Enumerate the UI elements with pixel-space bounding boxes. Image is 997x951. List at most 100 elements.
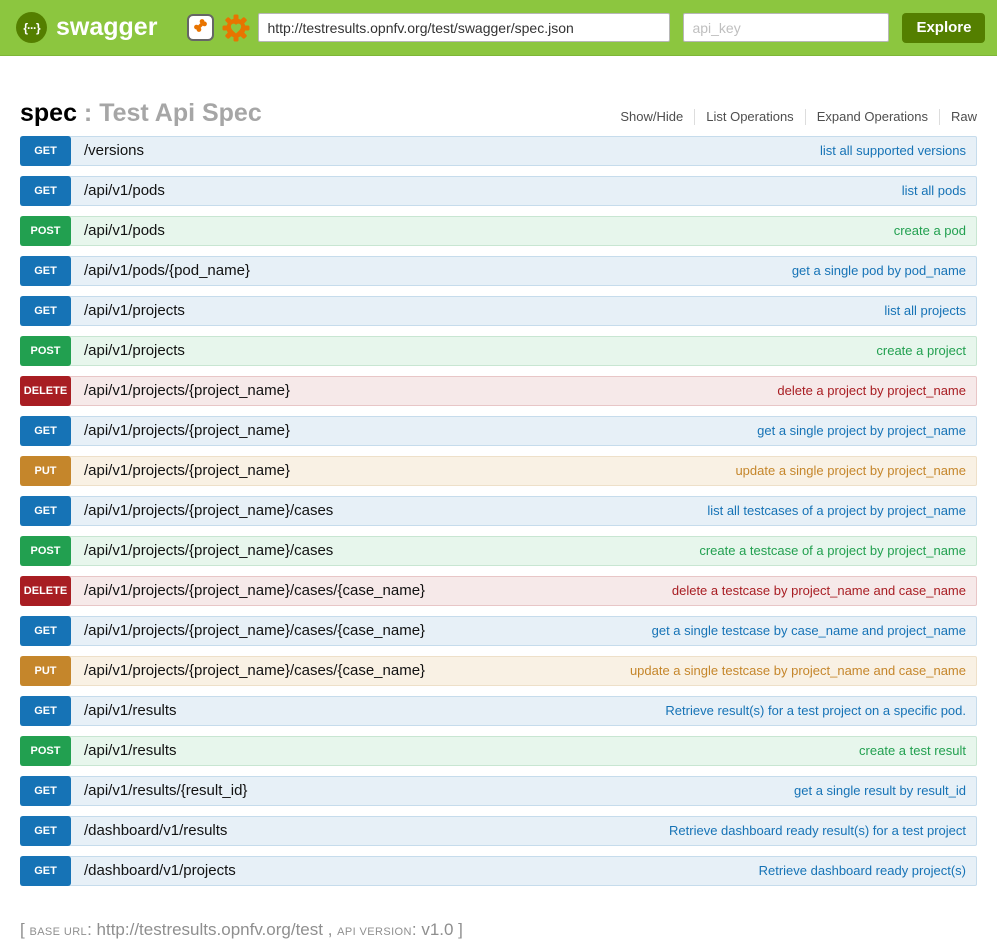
menu-item-expand-operations[interactable]: Expand Operations [806, 109, 940, 125]
endpoint-row[interactable]: GET /api/v1/projects/{project_name}/case… [20, 496, 977, 526]
endpoint-summary[interactable]: create a project [876, 343, 976, 358]
method-badge: GET [20, 176, 71, 206]
endpoint-summary[interactable]: get a single project by project_name [757, 423, 976, 438]
endpoint-summary[interactable]: delete a testcase by project_name and ca… [672, 583, 976, 598]
endpoint-row[interactable]: GET /api/v1/projects/{project_name} get … [20, 416, 977, 446]
footer-colon2: : [412, 920, 421, 939]
method-badge: GET [20, 496, 71, 526]
menu-item-show-hide[interactable]: Show/Hide [609, 109, 695, 125]
endpoint-path[interactable]: /api/v1/projects/{project_name}/cases/{c… [84, 582, 425, 599]
endpoint-summary[interactable]: list all projects [884, 303, 976, 318]
bone-icon [191, 16, 210, 40]
menu-item-list-operations[interactable]: List Operations [695, 109, 805, 125]
endpoint-summary[interactable]: list all testcases of a project by proje… [707, 503, 976, 518]
method-badge: GET [20, 696, 71, 726]
brand-name: swagger [56, 13, 157, 42]
endpoint-path[interactable]: /versions [84, 142, 144, 159]
endpoint-row[interactable]: PUT /api/v1/projects/{project_name}/case… [20, 656, 977, 686]
page-title-description: Test Api Spec [99, 99, 262, 127]
method-badge: GET [20, 416, 71, 446]
endpoint-summary[interactable]: create a pod [894, 223, 976, 238]
endpoint-summary[interactable]: list all pods [902, 183, 976, 198]
endpoint-path[interactable]: /api/v1/pods [84, 222, 165, 239]
api-key-input[interactable] [683, 13, 889, 42]
endpoint-path[interactable]: /api/v1/projects/{project_name}/cases [84, 502, 333, 519]
page-title-resource: spec [20, 99, 77, 127]
endpoint-path[interactable]: /api/v1/results/{result_id} [84, 782, 247, 799]
endpoint-row[interactable]: GET /api/v1/results/{result_id} get a si… [20, 776, 977, 806]
endpoint-row[interactable]: DELETE /api/v1/projects/{project_name} d… [20, 376, 977, 406]
operations-menu: Show/HideList OperationsExpand Operation… [609, 109, 977, 125]
page-head: spec : Test Api Spec Show/HideList Opera… [20, 100, 977, 128]
explore-form: Explore [187, 13, 985, 43]
method-badge: POST [20, 736, 71, 766]
endpoint-path[interactable]: /api/v1/projects/{project_name}/cases/{c… [84, 662, 425, 679]
endpoint-summary[interactable]: list all supported versions [820, 143, 976, 158]
endpoint-summary[interactable]: Retrieve result(s) for a test project on… [665, 703, 976, 718]
endpoint-row[interactable]: GET /versions list all supported version… [20, 136, 977, 166]
endpoint-path[interactable]: /api/v1/projects/{project_name} [84, 382, 290, 399]
method-badge: DELETE [20, 576, 71, 606]
endpoint-row[interactable]: GET /api/v1/pods/{pod_name} get a single… [20, 256, 977, 286]
endpoint-row[interactable]: GET /api/v1/projects list all projects [20, 296, 977, 326]
endpoint-list: GET /versions list all supported version… [20, 136, 977, 886]
endpoint-path[interactable]: /api/v1/pods/{pod_name} [84, 262, 250, 279]
endpoint-row[interactable]: POST /api/v1/pods create a pod [20, 216, 977, 246]
explore-button[interactable]: Explore [902, 13, 985, 43]
endpoint-row[interactable]: DELETE /api/v1/projects/{project_name}/c… [20, 576, 977, 606]
endpoint-summary[interactable]: create a testcase of a project by projec… [699, 543, 976, 558]
method-badge: PUT [20, 456, 71, 486]
endpoint-path[interactable]: /api/v1/results [84, 742, 177, 759]
header-bar: {···} swagger [0, 0, 997, 56]
endpoint-summary[interactable]: update a single project by project_name [735, 463, 976, 478]
endpoint-row[interactable]: GET /dashboard/v1/results Retrieve dashb… [20, 816, 977, 846]
footer-api-version-label: api version [337, 926, 412, 938]
endpoint-summary[interactable]: Retrieve dashboard ready project(s) [759, 863, 976, 878]
endpoint-row[interactable]: GET /api/v1/projects/{project_name}/case… [20, 616, 977, 646]
endpoint-row[interactable]: GET /api/v1/results Retrieve result(s) f… [20, 696, 977, 726]
endpoint-path[interactable]: /api/v1/projects [84, 342, 185, 359]
endpoint-row[interactable]: POST /api/v1/projects create a project [20, 336, 977, 366]
bone-icon-button[interactable] [187, 14, 214, 41]
endpoint-path[interactable]: /api/v1/pods [84, 182, 165, 199]
method-badge: POST [20, 536, 71, 566]
method-badge: DELETE [20, 376, 71, 406]
endpoint-summary[interactable]: get a single pod by pod_name [792, 263, 976, 278]
menu-item-raw[interactable]: Raw [940, 109, 977, 125]
endpoint-path[interactable]: /api/v1/projects/{project_name}/cases [84, 542, 333, 559]
base-url-footer: [ base url: http://testresults.opnfv.org… [0, 920, 997, 940]
endpoint-summary[interactable]: create a test result [859, 743, 976, 758]
method-badge: GET [20, 816, 71, 846]
endpoint-summary[interactable]: get a single result by result_id [794, 783, 976, 798]
endpoint-summary[interactable]: Retrieve dashboard ready result(s) for a… [669, 823, 976, 838]
endpoint-row[interactable]: PUT /api/v1/projects/{project_name} upda… [20, 456, 977, 486]
endpoint-path[interactable]: /api/v1/projects [84, 302, 185, 319]
endpoint-row[interactable]: GET /api/v1/pods list all pods [20, 176, 977, 206]
gear-heart-icon [221, 13, 251, 43]
endpoint-path[interactable]: /api/v1/projects/{project_name} [84, 422, 290, 439]
endpoint-path[interactable]: /api/v1/results [84, 702, 177, 719]
endpoint-row[interactable]: POST /api/v1/results create a test resul… [20, 736, 977, 766]
method-badge: GET [20, 856, 71, 886]
endpoint-path[interactable]: /dashboard/v1/projects [84, 862, 236, 879]
endpoint-path[interactable]: /api/v1/projects/{project_name} [84, 462, 290, 479]
method-badge: GET [20, 776, 71, 806]
main-content: spec : Test Api Spec Show/HideList Opera… [0, 100, 997, 886]
endpoint-path[interactable]: /dashboard/v1/results [84, 822, 227, 839]
method-badge: POST [20, 336, 71, 366]
spec-url-input[interactable] [258, 13, 670, 42]
logo-glyph: {···} [23, 21, 39, 35]
endpoint-row[interactable]: POST /api/v1/projects/{project_name}/cas… [20, 536, 977, 566]
endpoint-path[interactable]: /api/v1/projects/{project_name}/cases/{c… [84, 622, 425, 639]
swagger-logo-icon: {···} [16, 12, 47, 43]
endpoint-row[interactable]: GET /dashboard/v1/projects Retrieve dash… [20, 856, 977, 886]
endpoint-summary[interactable]: delete a project by project_name [777, 383, 976, 398]
swagger-logo[interactable]: {···} swagger [16, 12, 157, 43]
endpoint-summary[interactable]: update a single testcase by project_name… [630, 663, 976, 678]
method-badge: GET [20, 136, 71, 166]
page-title-colon: : [77, 99, 99, 127]
page-title: spec : Test Api Spec [20, 100, 262, 128]
footer-colon1: : [87, 920, 96, 939]
footer-base-url-value: http://testresults.opnfv.org/test [97, 920, 323, 939]
endpoint-summary[interactable]: get a single testcase by case_name and p… [652, 623, 976, 638]
